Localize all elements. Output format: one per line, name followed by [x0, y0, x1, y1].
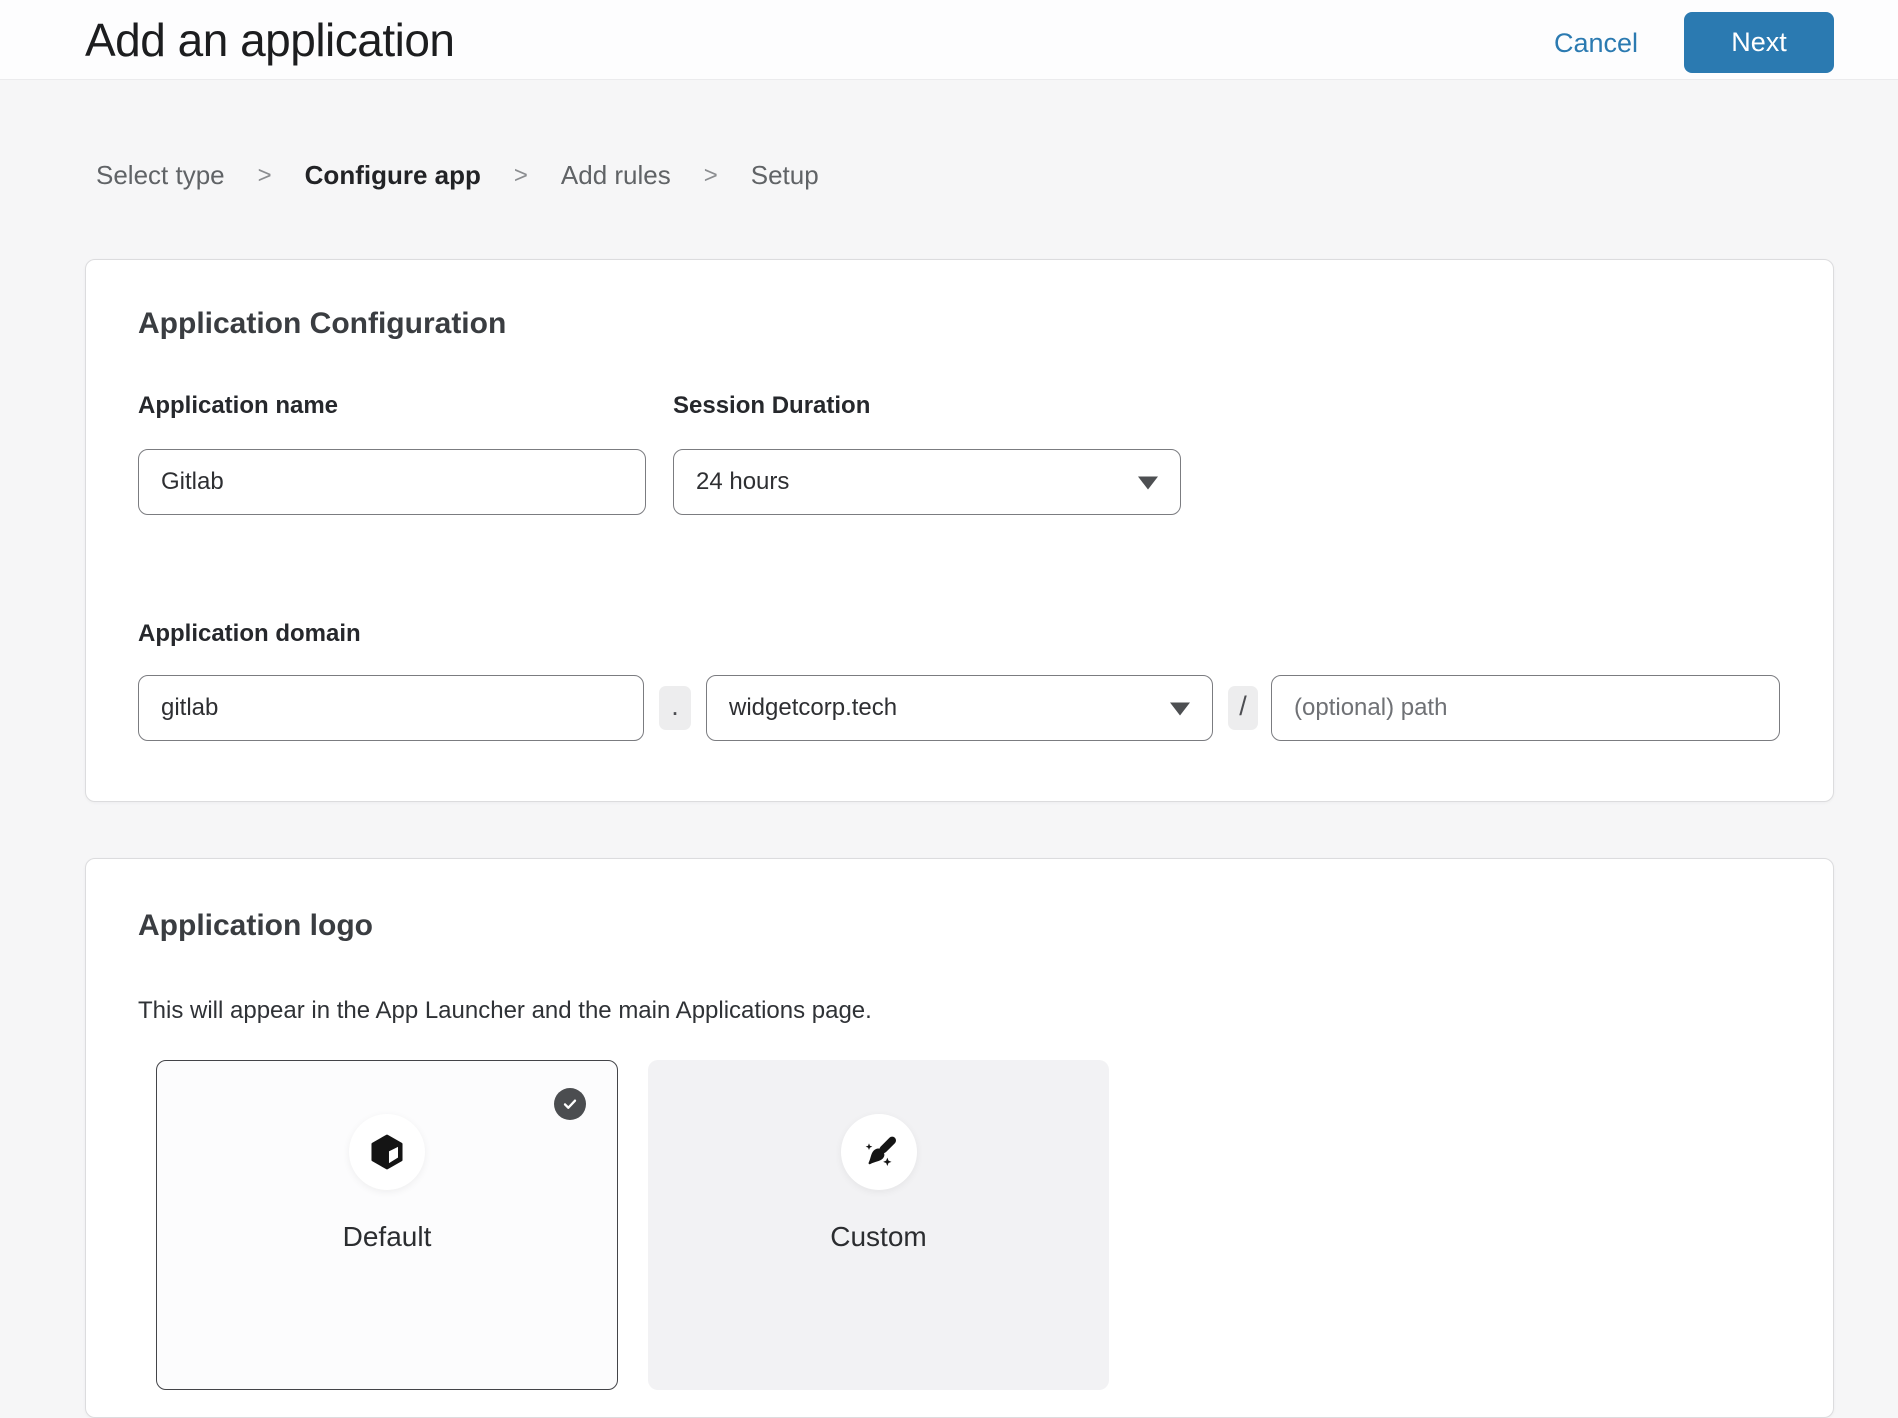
- session-duration-value: 24 hours: [696, 468, 789, 496]
- next-button[interactable]: Next: [1684, 12, 1834, 73]
- page-header: Add an application Cancel Next: [0, 0, 1898, 80]
- session-duration-select[interactable]: 24 hours: [673, 449, 1181, 515]
- chevron-right-separator: >: [514, 162, 528, 190]
- application-domain-label: Application domain: [138, 620, 361, 648]
- dot-separator: .: [659, 686, 691, 730]
- application-configuration-card: Application Configuration Application na…: [85, 259, 1834, 802]
- logo-option-custom-label: Custom: [649, 1221, 1108, 1253]
- custom-logo-circle: [841, 1114, 917, 1190]
- application-logo-description: This will appear in the App Launcher and…: [138, 997, 872, 1025]
- path-input[interactable]: [1271, 675, 1780, 741]
- breadcrumb-step-setup[interactable]: Setup: [751, 160, 819, 191]
- breadcrumb: Select type > Configure app > Add rules …: [96, 160, 819, 191]
- breadcrumb-step-select-type[interactable]: Select type: [96, 160, 225, 191]
- slash-separator: /: [1228, 686, 1258, 730]
- application-configuration-heading: Application Configuration: [138, 307, 506, 341]
- cancel-button[interactable]: Cancel: [1554, 28, 1638, 59]
- page-title: Add an application: [85, 13, 455, 67]
- application-name-input[interactable]: [138, 449, 646, 515]
- chevron-right-separator: >: [704, 162, 718, 190]
- logo-option-custom[interactable]: Custom: [648, 1060, 1109, 1390]
- subdomain-input[interactable]: [138, 675, 644, 741]
- default-logo-circle: [349, 1114, 425, 1190]
- selected-badge: [554, 1088, 586, 1120]
- chevron-down-icon: [1138, 477, 1158, 490]
- logo-option-default-label: Default: [157, 1221, 617, 1253]
- chevron-right-separator: >: [258, 162, 272, 190]
- domain-select-value: widgetcorp.tech: [729, 694, 897, 722]
- application-logo-card: Application logo This will appear in the…: [85, 858, 1834, 1418]
- breadcrumb-step-add-rules[interactable]: Add rules: [561, 160, 671, 191]
- application-name-label: Application name: [138, 392, 338, 420]
- application-logo-heading: Application logo: [138, 909, 373, 943]
- logo-option-default[interactable]: Default: [156, 1060, 618, 1390]
- session-duration-label: Session Duration: [673, 392, 870, 420]
- chevron-down-icon: [1170, 703, 1190, 716]
- domain-select[interactable]: widgetcorp.tech: [706, 675, 1213, 741]
- check-icon: [560, 1094, 580, 1114]
- paintbrush-icon: [859, 1132, 899, 1172]
- cube-icon: [368, 1133, 406, 1171]
- breadcrumb-step-configure-app[interactable]: Configure app: [305, 160, 481, 191]
